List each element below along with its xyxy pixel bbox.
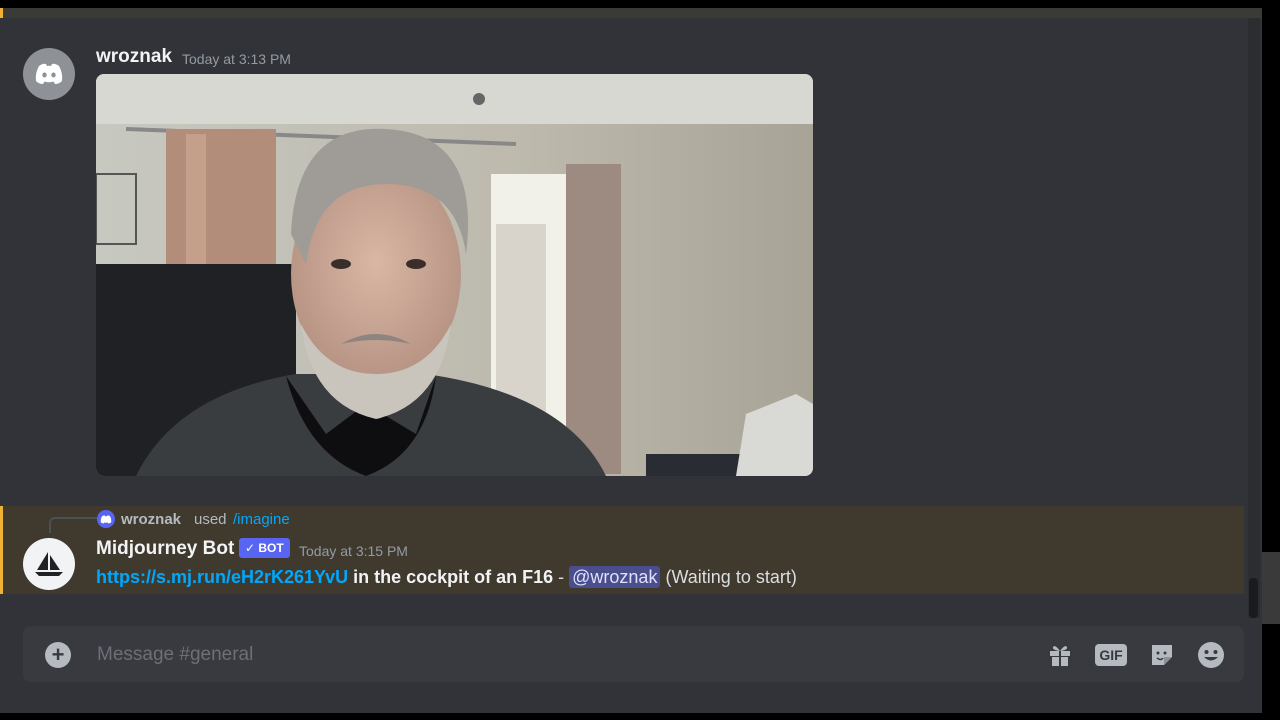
highlighted-message: wroznak used /imagine Midjourney Bot ✓ B… — [0, 506, 1244, 594]
message-author[interactable]: Midjourney Bot — [96, 538, 234, 560]
message-composer: + GIF — [23, 626, 1244, 682]
bot-badge: ✓ BOT — [239, 538, 290, 558]
image-attachment[interactable] — [96, 74, 813, 476]
reply-user[interactable]: wroznak — [121, 511, 181, 528]
scrollbar-track[interactable] — [1248, 18, 1260, 618]
previous-message-edge — [0, 8, 1262, 18]
discord-mini-icon — [97, 510, 115, 528]
discord-avatar[interactable] — [23, 48, 75, 100]
outer-scrollbar[interactable] — [1262, 552, 1280, 624]
scrollbar-thumb[interactable] — [1249, 578, 1258, 618]
prompt-text: in the cockpit of an F16 — [353, 567, 554, 587]
message-timestamp: Today at 3:13 PM — [182, 51, 291, 67]
photo-image — [96, 74, 813, 476]
sticker-icon[interactable] — [1147, 640, 1177, 670]
gif-icon[interactable]: GIF — [1095, 640, 1127, 670]
plus-icon[interactable]: + — [45, 642, 71, 668]
discord-logo-icon — [35, 63, 63, 84]
gif-label: GIF — [1095, 644, 1127, 666]
gift-icon[interactable] — [1045, 640, 1075, 670]
midjourney-avatar[interactable] — [23, 538, 75, 590]
reply-verb: used — [194, 511, 227, 528]
message-input[interactable] — [95, 640, 999, 670]
reply-command[interactable]: /imagine — [233, 511, 290, 528]
reply-connector — [49, 517, 97, 533]
status-text: (Waiting to start) — [665, 567, 797, 587]
user-mention[interactable]: @wroznak — [569, 566, 661, 588]
chat-window: wroznak Today at 3:13 PM wroznak used /i… — [0, 8, 1262, 713]
sailboat-icon — [35, 552, 63, 576]
separator: - — [553, 567, 570, 587]
message-content: https://s.mj.run/eH2rK261YvU in the cock… — [96, 566, 797, 588]
message-timestamp: Today at 3:15 PM — [299, 543, 408, 559]
emoji-icon[interactable] — [1196, 640, 1226, 670]
prompt-link[interactable]: https://s.mj.run/eH2rK261YvU — [96, 567, 348, 587]
message-author[interactable]: wroznak — [96, 46, 172, 68]
